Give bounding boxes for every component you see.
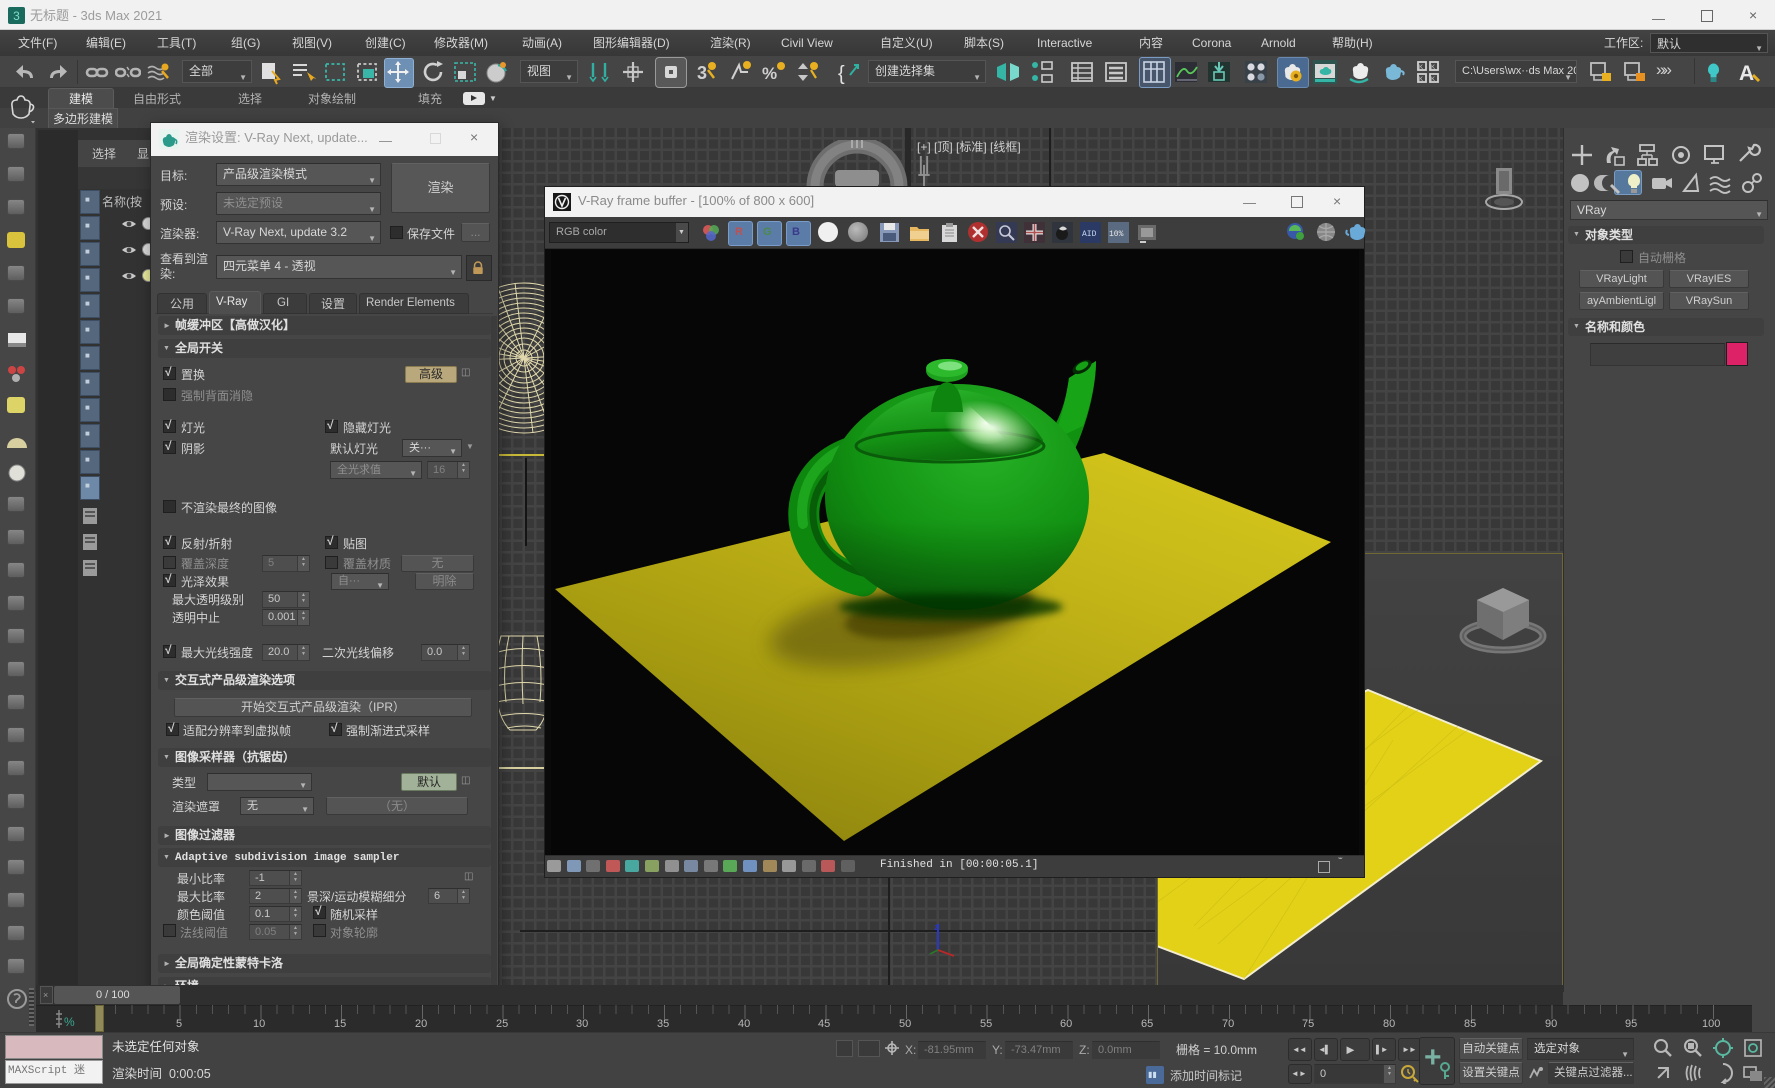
svg-text:AID: AID (1082, 230, 1097, 239)
svg-text:3: 3 (13, 9, 20, 23)
svg-text:z: z (934, 922, 939, 932)
svg-text:K: K (1431, 77, 1435, 83)
svg-text:%: % (762, 64, 777, 83)
svg-text:%: % (64, 1015, 75, 1029)
svg-text:3: 3 (697, 63, 707, 83)
svg-text:K: K (1431, 65, 1435, 71)
svg-text:A: A (1739, 62, 1754, 85)
svg-text:{: { (838, 63, 845, 85)
svg-text:K: K (1419, 65, 1423, 71)
svg-text:K: K (1419, 77, 1423, 83)
svg-text:10%: 10% (1109, 230, 1124, 239)
